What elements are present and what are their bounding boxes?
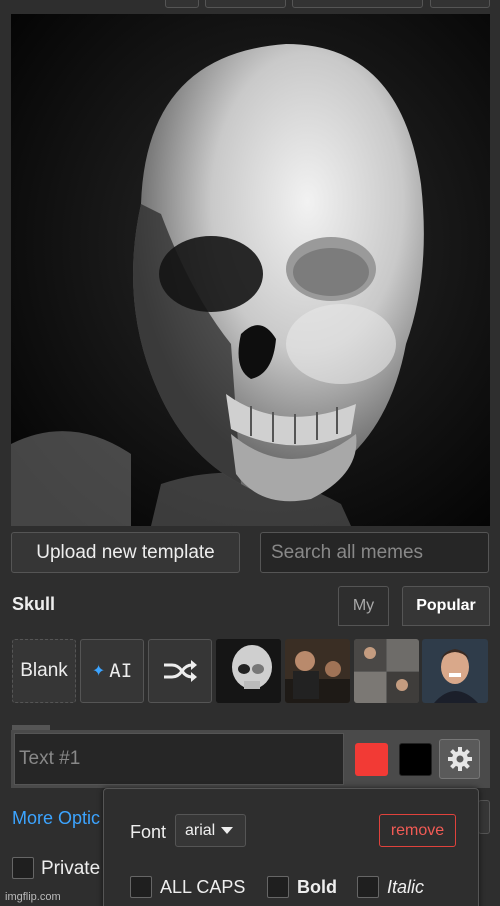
search-input[interactable] <box>260 532 489 573</box>
toolbar-button-4[interactable] <box>430 0 490 8</box>
text-settings-button[interactable] <box>439 739 480 779</box>
tab-my[interactable]: My <box>338 586 389 626</box>
toolbar-button-1[interactable] <box>165 0 199 8</box>
add-text-button[interactable] <box>478 800 490 834</box>
ai-label: AI <box>109 660 133 682</box>
shuffle-icon <box>164 660 197 682</box>
private-label: Private <box>41 858 101 879</box>
ai-template-button[interactable]: ✦ AI <box>80 639 144 703</box>
font-select-value: arial <box>185 821 216 839</box>
toolbar-button-2[interactable] <box>205 0 286 8</box>
template-thumb-4[interactable] <box>422 639 488 703</box>
text-color-swatch[interactable] <box>355 743 388 776</box>
template-thumb-3[interactable] <box>354 639 419 703</box>
template-thumb-2[interactable] <box>285 639 350 703</box>
shuffle-button[interactable] <box>148 639 212 703</box>
template-title: Skull <box>12 594 56 614</box>
outline-color-swatch[interactable] <box>399 743 432 776</box>
toolbar-button-3[interactable] <box>292 0 423 8</box>
font-options-popover: Font arial remove ALL CAPS Bold Italic <box>103 788 479 906</box>
font-label: Font <box>130 822 167 842</box>
bold-checkbox[interactable] <box>267 876 289 898</box>
all-caps-checkbox[interactable] <box>130 876 152 898</box>
template-thumb-skull[interactable] <box>216 639 281 703</box>
meme-canvas[interactable] <box>11 14 490 526</box>
all-caps-label: ALL CAPS <box>160 877 246 897</box>
remove-button[interactable]: remove <box>379 814 456 847</box>
text-input-1[interactable] <box>14 733 344 785</box>
font-select[interactable]: arial <box>175 814 246 847</box>
bold-label: Bold <box>297 877 337 897</box>
upload-template-button[interactable]: Upload new template <box>11 532 240 573</box>
more-options-link[interactable]: More Optic <box>12 808 100 829</box>
sparkle-icon: ✦ <box>91 663 106 680</box>
italic-label: Italic <box>387 877 425 897</box>
italic-checkbox[interactable] <box>357 876 379 898</box>
gear-icon <box>447 747 472 771</box>
private-checkbox[interactable] <box>12 857 34 879</box>
watermark: imgflip.com <box>5 891 61 903</box>
tab-popular[interactable]: Popular <box>402 586 490 626</box>
blank-template-button[interactable]: Blank <box>12 639 76 703</box>
skull-image <box>11 14 490 526</box>
chevron-down-icon <box>221 827 234 834</box>
